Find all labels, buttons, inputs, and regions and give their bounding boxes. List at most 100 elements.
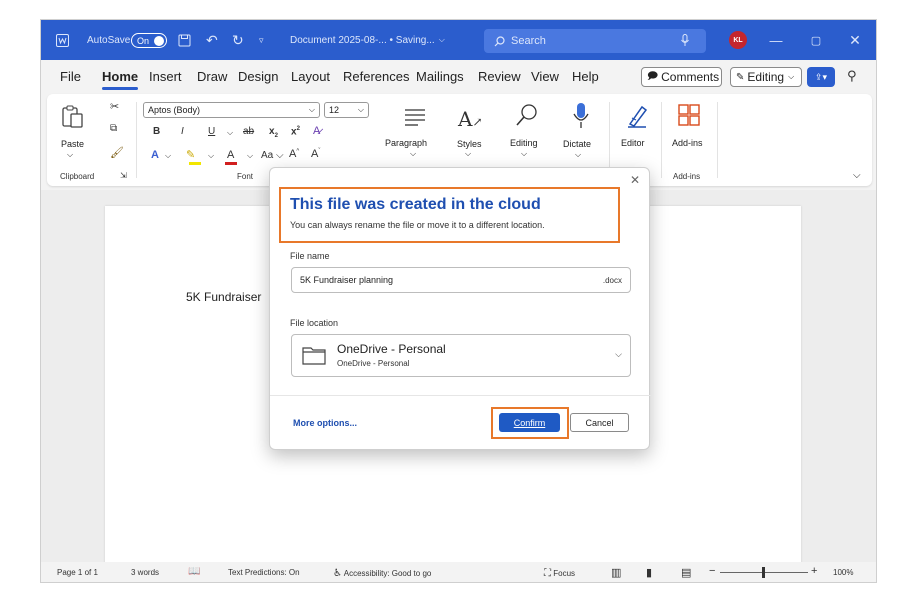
cancel-button[interactable]: Cancel [570,413,629,432]
dialog-subtitle: You can always rename the file or move i… [290,220,545,230]
save-icon[interactable] [178,20,191,60]
document-body-text[interactable]: 5K Fundraiser [186,290,261,304]
font-size-combo[interactable]: 12 ⌵ [324,102,369,118]
tab-design[interactable]: Design [238,69,278,84]
divider [717,102,718,178]
file-location-select[interactable]: OneDrive - Personal OneDrive - Personal … [291,334,631,377]
print-layout-icon[interactable]: ▮ [646,566,652,579]
chevron-down-icon[interactable]: ⌵ [67,150,73,160]
chevron-down-icon[interactable]: ⌵ [521,149,527,159]
underline-button[interactable]: U [208,126,215,137]
zoom-in-button[interactable]: + [811,565,817,577]
zoom-level[interactable]: 100% [833,568,853,577]
redo-icon[interactable]: ↻ [232,20,244,60]
tab-help[interactable]: Help [572,69,599,84]
tab-layout[interactable]: Layout [291,69,330,84]
styles-icon[interactable]: A↗ [458,107,483,131]
chevron-down-icon[interactable]: ⌵ [227,128,233,138]
text-effects-button[interactable]: A [151,149,159,161]
zoom-out-button[interactable]: − [709,565,715,577]
file-location-label: File location [290,318,339,328]
chevron-down-icon[interactable]: ⌵ [208,151,214,161]
chevron-down-icon[interactable]: ⌵ [575,150,581,160]
file-name-label: File name [290,251,330,261]
tab-insert[interactable]: Insert [149,69,182,84]
web-layout-icon[interactable]: ▤ [681,566,691,579]
share-button[interactable]: ⇪▾ [807,67,835,87]
focus-button[interactable]: ⛶ Focus [544,568,575,579]
word-app-icon[interactable] [56,20,69,60]
word-count[interactable]: 3 words [131,568,159,577]
document-title[interactable]: Document 2025-08-... • Saving... ⌵ [290,20,445,60]
dictate-microphone-icon[interactable] [573,102,589,135]
location-name: OneDrive - Personal [337,342,446,356]
accessibility-status[interactable]: ♿ Accessibility: Good to go [333,568,431,579]
cut-icon[interactable]: ✂ [110,100,119,113]
copy-icon[interactable]: ⧉ [110,123,117,134]
avatar[interactable]: KL [729,31,747,49]
maximize-icon[interactable]: ▢ [806,30,826,50]
font-color-button[interactable]: A [227,149,234,161]
highlight-icon[interactable]: ✎ [186,148,195,161]
paragraph-icon[interactable] [404,108,426,131]
more-options-link[interactable]: More options... [293,418,357,428]
status-bar: Page 1 of 1 3 words 📖 Text Predictions: … [41,562,876,582]
tab-review[interactable]: Review [478,69,521,84]
divider [661,102,662,178]
addins-label: Add-ins [672,138,703,148]
close-icon[interactable]: ✕ [630,173,640,187]
customize-toolbar-icon[interactable]: ▿ [259,20,264,60]
shrink-font-button[interactable]: Aˇ [311,148,320,160]
tab-draw[interactable]: Draw [197,69,227,84]
file-name-input[interactable]: 5K Fundraiser planning .docx [291,267,631,293]
read-aloud-book-icon[interactable]: 📖 [188,566,200,577]
find-icon[interactable] [515,103,539,132]
read-mode-icon[interactable]: ▥ [611,566,621,579]
tab-home[interactable]: Home [102,69,139,90]
menu-bar: File Home Insert Draw Design Layout Refe… [41,60,876,94]
editor-pen-icon[interactable] [626,104,648,133]
editing-mode-button[interactable]: ✎ Editing ⌵ [730,67,802,87]
microphone-icon[interactable] [681,20,689,60]
editing-label: Editing [510,138,538,148]
editing-mode-label: Editing [747,70,785,84]
format-painter-icon[interactable]: 🖌 [110,146,124,159]
autosave-toggle[interactable]: On [131,33,167,48]
confirm-button[interactable]: Confirm [499,413,560,432]
undo-icon[interactable]: ↶ [206,20,218,60]
grow-font-button[interactable]: A^ [289,148,299,160]
paste-icon[interactable] [62,105,84,134]
clear-formatting-icon[interactable]: A̷ [313,125,320,137]
subscript-button[interactable]: x2 [269,126,278,139]
text-predictions-status[interactable]: Text Predictions: On [228,568,300,577]
chevron-down-icon[interactable]: ⌵ [465,149,471,159]
addins-grid-icon[interactable] [678,104,700,131]
chevron-down-icon[interactable]: ⌵ [165,151,171,161]
tab-references[interactable]: References [343,69,409,84]
paragraph-label: Paragraph [385,138,428,148]
ribbon-collapse-icon[interactable]: ⌵ [853,170,861,181]
italic-button[interactable]: I [181,126,184,137]
autosave-label: AutoSave [87,34,131,46]
change-case-button[interactable]: Aa ⌵ [261,150,284,161]
font-name-combo[interactable]: Aptos (Body) ⌵ [143,102,320,118]
chevron-down-icon[interactable]: ⌵ [410,149,416,159]
search-input[interactable]: Search [484,29,706,53]
tab-mailings[interactable]: Mailings [416,69,464,84]
comments-button[interactable]: 🗩 Comments [641,67,722,87]
dialog-launcher-icon[interactable]: ⇲ [120,171,127,180]
save-to-cloud-dialog: ✕ This file was created in the cloud You… [269,167,651,450]
tab-file[interactable]: File [60,69,81,84]
superscript-button[interactable]: x2 [291,126,300,137]
minimize-icon[interactable]: — [766,30,786,50]
page-count[interactable]: Page 1 of 1 [57,568,98,577]
file-name-value: 5K Fundraiser planning [300,275,394,285]
zoom-slider-thumb[interactable] [762,567,765,578]
bold-button[interactable]: B [153,126,160,137]
tab-view[interactable]: View [531,69,559,84]
copilot-icon[interactable]: ⚲ [847,68,857,84]
chevron-down-icon[interactable]: ⌵ [247,151,253,161]
accessibility-label: Accessibility: Good to go [343,569,432,578]
close-icon[interactable]: ✕ [845,30,865,50]
strikethrough-button[interactable]: ab [243,126,254,137]
